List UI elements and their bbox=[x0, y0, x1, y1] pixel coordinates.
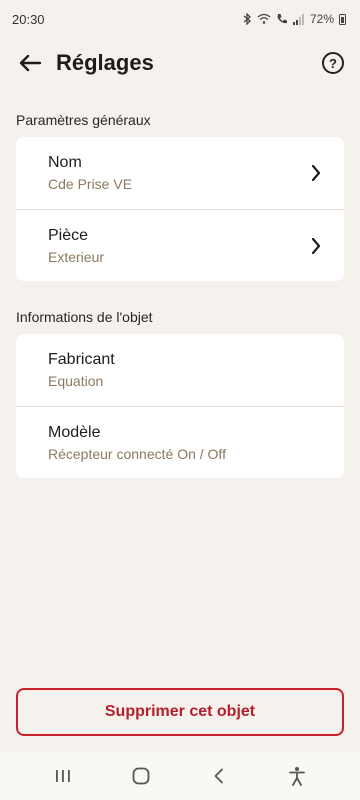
delete-object-button[interactable]: Supprimer cet objet bbox=[16, 688, 344, 736]
row-title: Nom bbox=[48, 154, 82, 171]
general-settings-card: Nom Cde Prise VE Pièce Exterieur bbox=[16, 137, 344, 281]
back-arrow-icon[interactable] bbox=[16, 49, 44, 77]
row-title: Modèle bbox=[48, 423, 101, 441]
bluetooth-icon bbox=[242, 13, 252, 25]
status-bar: 20:30 72% bbox=[0, 0, 360, 38]
chevron-right-icon bbox=[308, 237, 324, 254]
chevron-right-icon bbox=[308, 165, 324, 181]
call-icon bbox=[276, 13, 288, 25]
system-nav-bar bbox=[0, 752, 360, 800]
setting-row-room[interactable]: Pièce Exterieur bbox=[16, 209, 344, 281]
section-label-general: Paramètres généraux bbox=[16, 112, 151, 128]
battery-text: 72% bbox=[309, 12, 334, 26]
section-label-object-info: Informations de l'objet bbox=[16, 309, 153, 325]
row-value: Equation bbox=[48, 373, 104, 389]
row-title: Pièce bbox=[48, 226, 89, 244]
accessibility-icon[interactable] bbox=[277, 756, 317, 796]
row-value: Récepteur connecté On / Off bbox=[48, 445, 226, 462]
setting-row-name[interactable]: Nom Cde Prise VE bbox=[16, 137, 344, 209]
battery-icon bbox=[339, 13, 346, 25]
status-time: 20:30 bbox=[12, 11, 45, 27]
delete-object-label: Supprimer cet objet bbox=[104, 703, 256, 720]
info-row-model: Modèle Récepteur connecté On / Off bbox=[16, 406, 344, 478]
back-icon[interactable] bbox=[199, 756, 239, 796]
row-title: Fabricant bbox=[48, 351, 115, 368]
app-header: Réglages ? bbox=[0, 38, 360, 88]
wifi-icon bbox=[257, 13, 271, 25]
home-icon[interactable] bbox=[121, 756, 161, 796]
info-row-manufacturer: Fabricant Equation bbox=[16, 334, 344, 406]
signal-icon bbox=[292, 13, 305, 25]
help-glyph: ? bbox=[329, 55, 337, 71]
help-icon[interactable]: ? bbox=[322, 52, 344, 74]
recent-apps-icon[interactable] bbox=[43, 756, 83, 796]
object-info-card: Fabricant Equation Modèle Récepteur conn… bbox=[16, 334, 344, 478]
row-value: Cde Prise VE bbox=[48, 176, 133, 192]
status-icons: 72% bbox=[242, 12, 346, 26]
row-value: Exterieur bbox=[48, 248, 105, 265]
page-title: Réglages bbox=[56, 50, 154, 75]
